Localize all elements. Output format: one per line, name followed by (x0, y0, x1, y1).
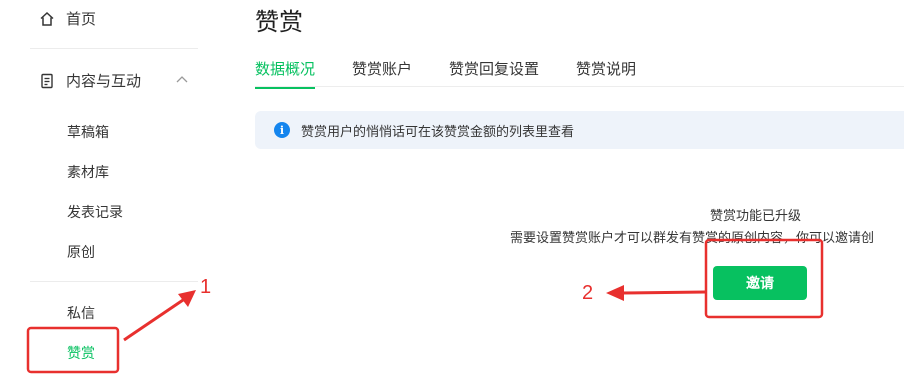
sidebar-item-reward[interactable]: 赞赏 (67, 343, 95, 363)
sidebar-item-original[interactable]: 原创 (67, 242, 95, 262)
info-icon: i (274, 122, 290, 138)
sidebar-item-materials[interactable]: 素材库 (67, 162, 109, 182)
invite-button[interactable]: 邀请 (713, 266, 807, 300)
sidebar: 首页 内容与互动 草稿箱 素材库 发表记录 原创 私信 赞赏 (0, 0, 229, 382)
tabs-divider (255, 86, 904, 87)
home-icon (38, 10, 56, 28)
page-title: 赞赏 (255, 8, 303, 36)
sidebar-item-messages[interactable]: 私信 (67, 303, 95, 323)
tab-data-overview[interactable]: 数据概况 (255, 58, 316, 89)
nav-home-label: 首页 (66, 10, 97, 28)
tab-reward-account[interactable]: 赞赏账户 (352, 58, 412, 89)
tab-reward-info[interactable]: 赞赏说明 (576, 58, 636, 89)
info-banner-text: 赞赏用户的悄悄话可在该赞赏金额的列表里查看 (301, 124, 575, 140)
sidebar-item-drafts[interactable]: 草稿箱 (67, 122, 109, 142)
nav-content-group[interactable]: 内容与互动 (38, 70, 141, 91)
upgrade-title: 赞赏功能已升级 (710, 209, 802, 224)
info-banner: i 赞赏用户的悄悄话可在该赞赏金额的列表里查看 (255, 111, 904, 149)
document-icon (38, 72, 56, 90)
annotation-label-1: 1 (200, 276, 212, 298)
divider (30, 281, 198, 282)
chevron-up-icon[interactable] (174, 72, 190, 88)
main-content: 赞赏 数据概况 赞赏账户 赞赏回复设置 赞赏说明 i 赞赏用户的悄悄话可在该赞赏… (228, 0, 904, 382)
nav-home[interactable]: 首页 (38, 8, 96, 29)
annotation-label-2: 2 (582, 282, 594, 304)
divider (30, 48, 198, 49)
tab-reply-settings[interactable]: 赞赏回复设置 (449, 58, 539, 89)
tab-bar: 数据概况 赞赏账户 赞赏回复设置 赞赏说明 (255, 58, 673, 89)
upgrade-description: 需要设置赞赏账户才可以群发有赞赏的原创内容，你可以邀请创 (510, 231, 875, 246)
nav-content-group-label: 内容与互动 (66, 72, 142, 90)
sidebar-item-publish-records[interactable]: 发表记录 (67, 202, 123, 222)
